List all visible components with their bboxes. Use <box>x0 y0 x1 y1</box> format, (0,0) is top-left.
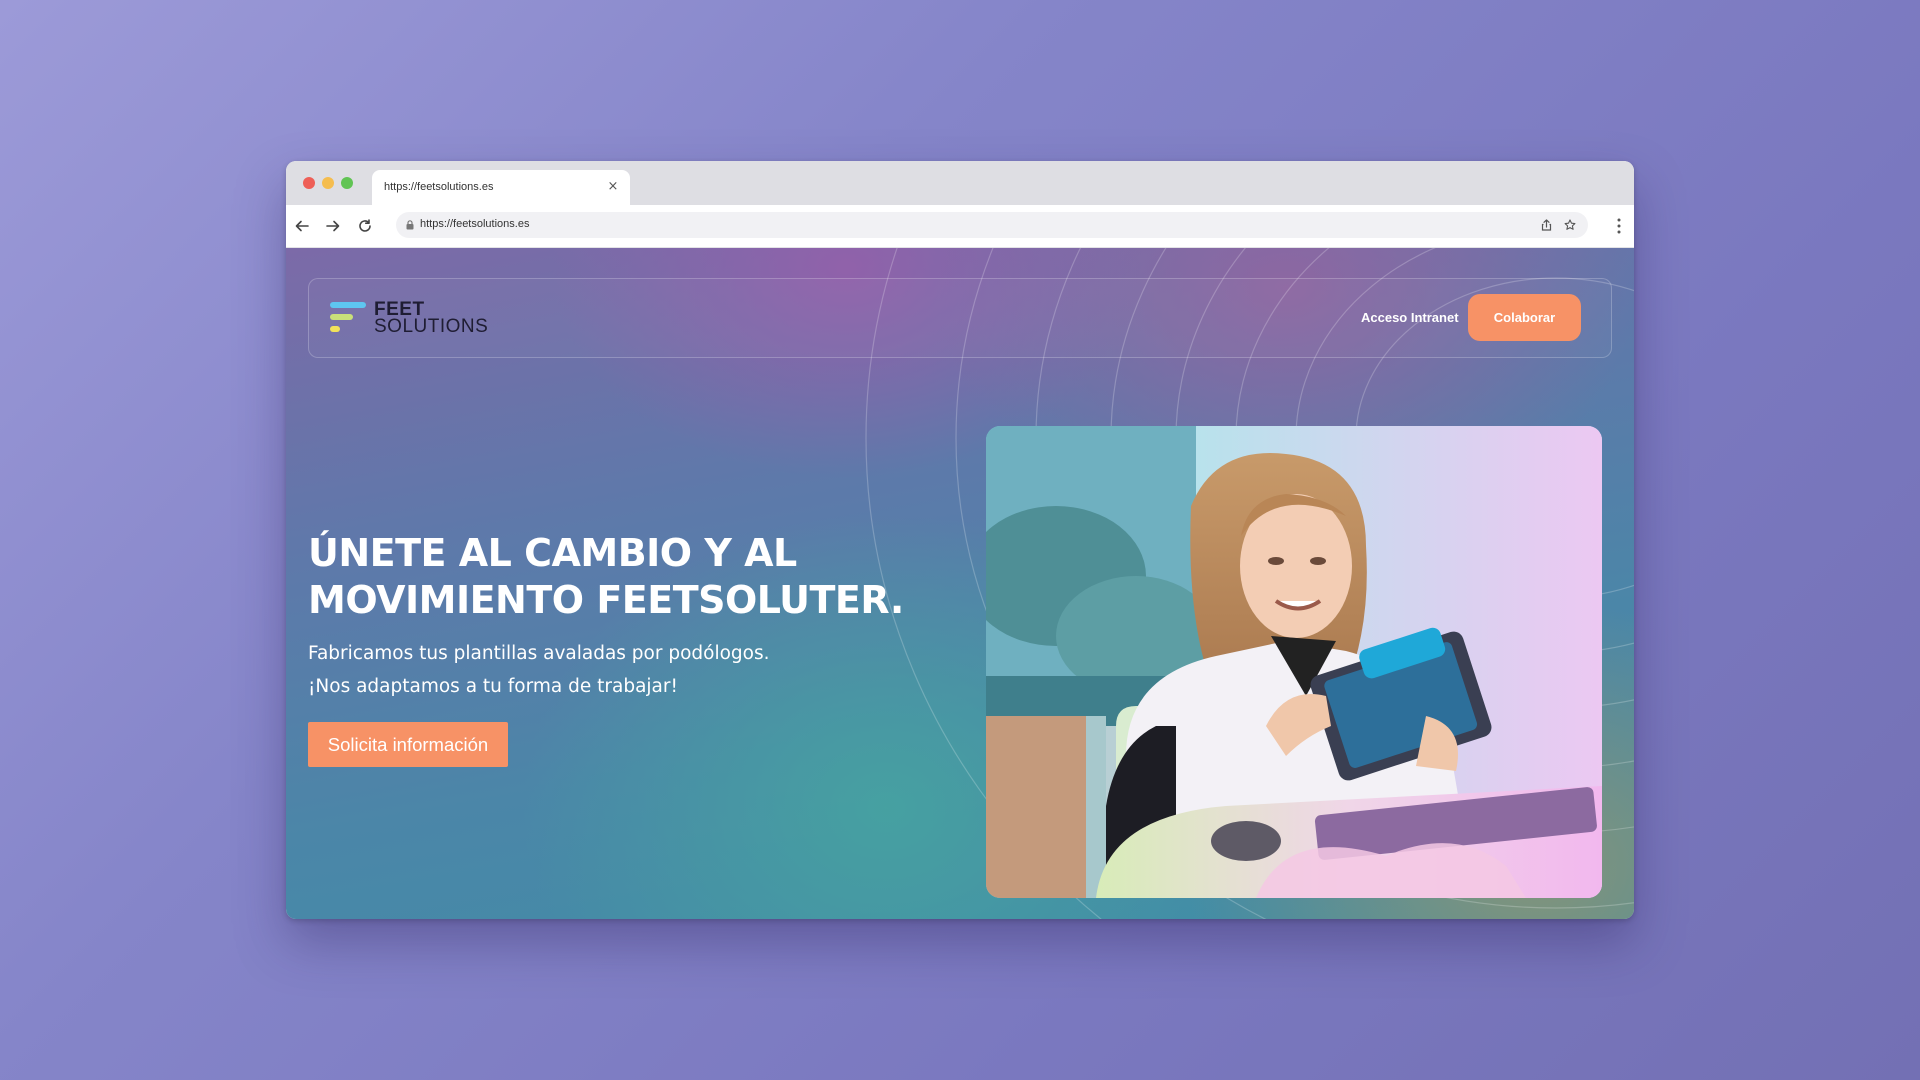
logo-line-solutions: SOLUTIONS <box>374 316 489 337</box>
address-bar[interactable]: https://feetsolutions.es <box>396 212 1588 238</box>
logo-wordmark[interactable]: FEET SOLUTIONS <box>374 300 489 337</box>
tab-strip: https://feetsolutions.es × <box>286 161 1634 205</box>
hero-subtitle-line-1: Fabricamos tus plantillas avaladas por p… <box>308 643 770 664</box>
hero-title: ÚNETE AL CAMBIO Y AL MOVIMIENTO FEETSOLU… <box>308 530 948 624</box>
reload-icon <box>359 219 371 232</box>
back-arrow-icon <box>295 220 309 232</box>
share-icon[interactable] <box>1538 217 1554 233</box>
maximize-window-button[interactable] <box>341 177 353 189</box>
site-header: FEET SOLUTIONS Acceso Intranet Colaborar <box>308 278 1612 358</box>
browser-window: https://feetsolutions.es × https://feets… <box>286 161 1634 919</box>
browser-toolbar: https://feetsolutions.es <box>286 205 1634 248</box>
tab-close-icon[interactable]: × <box>604 178 622 196</box>
hero-subtitle-line-2: ¡Nos adaptamos a tu forma de trabajar! <box>308 676 678 697</box>
close-window-button[interactable] <box>303 177 315 189</box>
url-text: https://feetsolutions.es <box>420 218 530 230</box>
web-page: FEET SOLUTIONS Acceso Intranet Colaborar… <box>286 248 1634 919</box>
back-button[interactable] <box>292 216 312 236</box>
hero-subtitle: Fabricamos tus plantillas avaladas por p… <box>308 637 948 703</box>
tab-title: https://feetsolutions.es <box>384 181 494 193</box>
hero-photo <box>986 426 1602 898</box>
request-info-button[interactable]: Solicita información <box>308 722 508 767</box>
bookmark-star-icon[interactable] <box>1562 217 1578 233</box>
podiatrist-with-tablet-illustration <box>986 426 1602 898</box>
browser-tab[interactable]: https://feetsolutions.es × <box>372 170 630 205</box>
forward-button[interactable] <box>323 216 343 236</box>
lock-icon <box>406 220 414 230</box>
reload-button[interactable] <box>355 216 375 236</box>
feet-solutions-logo-icon <box>330 302 366 332</box>
more-menu-icon[interactable] <box>1616 217 1622 235</box>
intranet-access-link[interactable]: Acceso Intranet <box>1361 310 1459 325</box>
collaborate-button[interactable]: Colaborar <box>1468 294 1581 341</box>
hero-title-line-1: ÚNETE AL CAMBIO Y AL <box>308 531 797 575</box>
minimize-window-button[interactable] <box>322 177 334 189</box>
forward-arrow-icon <box>326 220 340 232</box>
hero-title-line-2: MOVIMIENTO FEETSOLUTER. <box>308 578 904 622</box>
